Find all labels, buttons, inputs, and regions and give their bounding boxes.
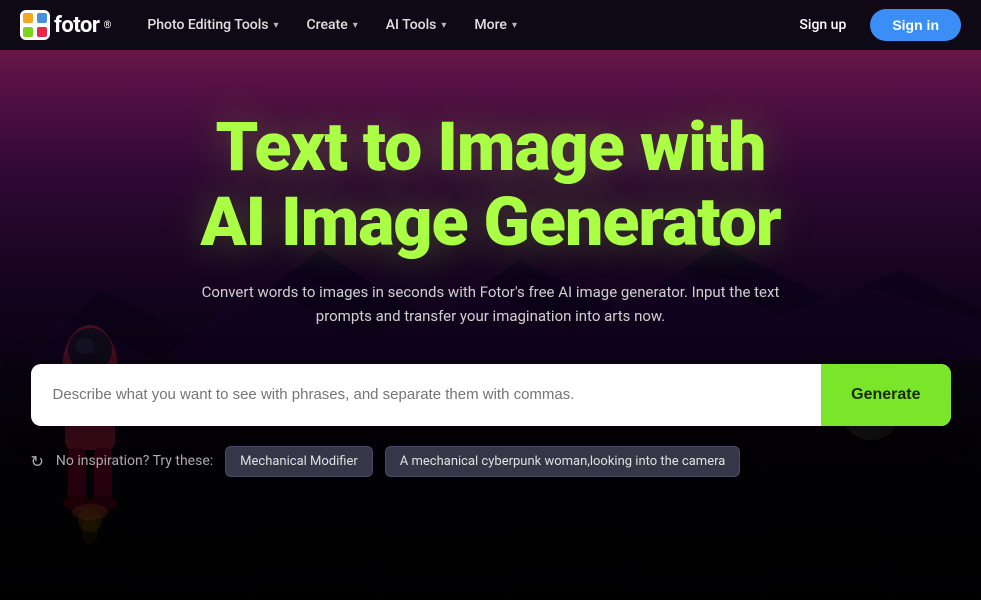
inspiration-row: ↻ No inspiration? Try these: Mechanical … [31, 446, 951, 477]
nav-actions: Sign up Sign in [787, 9, 961, 41]
navbar: fotor ® Photo Editing Tools ▾ Create ▾ AI… [0, 0, 981, 50]
hero-title: Text to Image with AI Image Generator [200, 110, 780, 260]
suggestion-chip-0[interactable]: Mechanical Modifier [225, 446, 373, 477]
nav-item-more[interactable]: More ▾ [462, 9, 529, 41]
nav-items: Photo Editing Tools ▾ Create ▾ AI Tools … [135, 9, 787, 41]
search-input[interactable] [31, 364, 822, 426]
sign-in-button[interactable]: Sign in [870, 9, 961, 41]
logo[interactable]: fotor ® [20, 10, 111, 40]
refresh-icon[interactable]: ↻ [31, 452, 44, 471]
nav-item-ai-tools[interactable]: AI Tools ▾ [374, 9, 459, 41]
suggestion-chip-1[interactable]: A mechanical cyberpunk woman,looking int… [385, 446, 741, 477]
chevron-icon: ▾ [274, 20, 279, 31]
chevron-icon: ▾ [512, 20, 517, 31]
sign-up-button[interactable]: Sign up [787, 11, 858, 39]
nav-item-create[interactable]: Create ▾ [295, 9, 370, 41]
logo-text: fotor [54, 13, 99, 38]
chevron-icon: ▾ [353, 20, 358, 31]
inspiration-label: No inspiration? Try these: [56, 453, 213, 469]
search-bar: Generate [31, 364, 951, 426]
hero-subtitle: Convert words to images in seconds with … [201, 280, 781, 328]
hero-content: Text to Image with AI Image Generator Co… [0, 50, 981, 600]
generate-button[interactable]: Generate [821, 364, 950, 426]
chevron-icon: ▾ [441, 20, 446, 31]
nav-item-photo-editing-tools[interactable]: Photo Editing Tools ▾ [135, 9, 290, 41]
logo-sup: ® [103, 20, 111, 31]
